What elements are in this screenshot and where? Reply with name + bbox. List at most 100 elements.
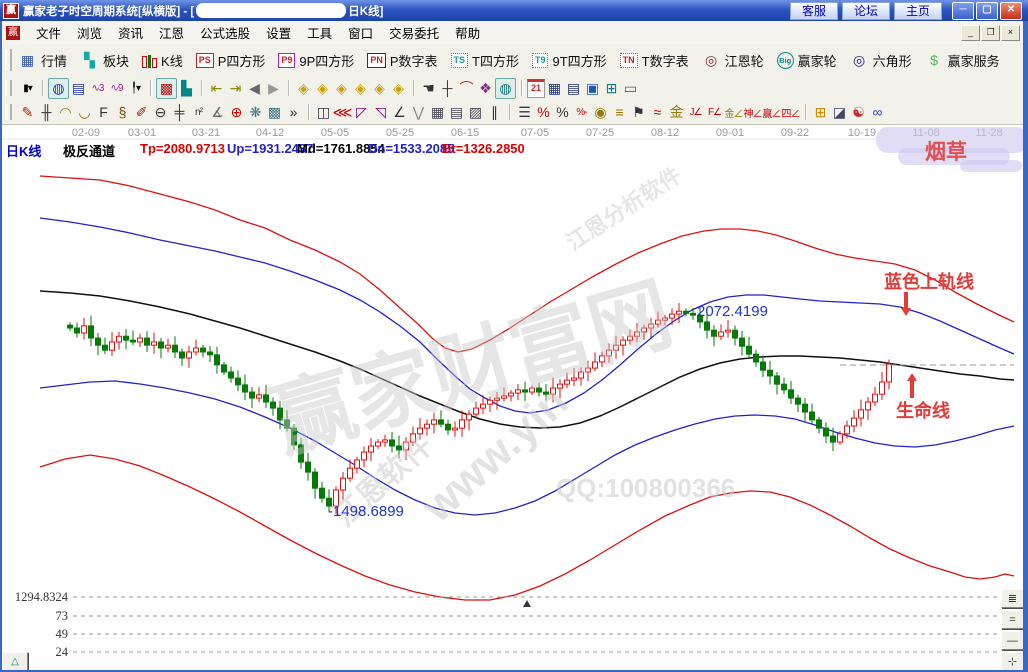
printer-icon[interactable]: ▭: [621, 79, 640, 98]
percent-tool[interactable]: %: [553, 103, 572, 122]
percent-levels-tool[interactable]: %-: [572, 103, 591, 122]
fan-box-tool[interactable]: ◸: [352, 103, 371, 122]
close-button[interactable]: ✕: [1000, 2, 1022, 20]
angle-measure-tool[interactable]: ∡: [208, 103, 227, 122]
shrink-all-button[interactable]: ◈: [370, 79, 389, 98]
crosshair-tool[interactable]: ┼: [438, 79, 457, 98]
grow-y-button[interactable]: ◈: [351, 79, 370, 98]
menu-file[interactable]: 文件: [28, 21, 69, 44]
restore-button[interactable]: ▢: [976, 2, 998, 20]
zoom-view-icon[interactable]: ◍: [48, 78, 69, 99]
send-chart-icon[interactable]: ⊞: [602, 79, 621, 98]
minimize-button[interactable]: ─: [952, 2, 974, 20]
vline-grid-tool[interactable]: ╫: [37, 103, 56, 122]
titlebar[interactable]: 赢 赢家老子时空周期系统[纵横版] - [日K线] 客服论坛主页 ─▢✕: [0, 0, 1028, 21]
si-angle-tool[interactable]: 四∠: [781, 103, 800, 122]
gold-circle-tool[interactable]: ◉: [591, 103, 610, 122]
star-grid-tool[interactable]: ❋: [246, 103, 265, 122]
layout-1-row-button[interactable]: —: [1001, 631, 1024, 650]
hatch-tool[interactable]: ▨: [466, 103, 485, 122]
t-square-button[interactable]: TST四方形: [451, 51, 519, 70]
pen-tool[interactable]: ✐: [132, 103, 151, 122]
infinity-tool[interactable]: ∞: [868, 103, 887, 122]
gann-wheel-button[interactable]: ◎江恩轮: [702, 51, 764, 70]
yinyang-tool[interactable]: ☯: [849, 103, 868, 122]
volume-histogram-icon[interactable]: ▙: [177, 79, 196, 98]
menu-settings[interactable]: 设置: [258, 21, 299, 44]
ruler-tool[interactable]: ╪: [170, 103, 189, 122]
menu-formula-stockpick[interactable]: 公式选股: [192, 21, 258, 44]
menu-browse[interactable]: 浏览: [69, 21, 110, 44]
grid-b-tool[interactable]: ▤: [447, 103, 466, 122]
calculator-icon[interactable]: ▦: [545, 79, 564, 98]
parallel-tool[interactable]: ∥: [485, 103, 504, 122]
mdi-close-button[interactable]: ×: [1001, 25, 1020, 41]
win-angle-tool[interactable]: 赢∠: [762, 103, 781, 122]
fan-lines-tool[interactable]: ⋘: [333, 103, 352, 122]
menu-help[interactable]: 帮助: [447, 21, 488, 44]
shrink-y-button[interactable]: ◈: [332, 79, 351, 98]
p-table-button[interactable]: PNP数字表: [367, 51, 437, 70]
winner-service-button[interactable]: $赢家服务: [925, 51, 1000, 70]
menu-gann[interactable]: 江恩: [151, 21, 192, 44]
hexagon-button[interactable]: ◎六角形: [850, 51, 912, 70]
flag-pen-tool[interactable]: ⚑: [629, 103, 648, 122]
box-tool[interactable]: ◫: [314, 103, 333, 122]
wave9-icon[interactable]: ∿9: [107, 79, 126, 98]
expand-panel-button[interactable]: △: [2, 652, 28, 671]
last-page-button[interactable]: ⇥: [226, 79, 245, 98]
grow-x-button[interactable]: ◈: [313, 79, 332, 98]
gann-anchor-tool[interactable]: ❖: [476, 79, 495, 98]
layout-2-rows-button[interactable]: =: [1001, 610, 1024, 629]
pattern-icon[interactable]: ▩: [156, 78, 177, 99]
wave3-icon[interactable]: ∿3: [88, 79, 107, 98]
prev-page-button[interactable]: ◀: [245, 79, 264, 98]
n-square-tool[interactable]: n²: [189, 103, 208, 122]
zigzag-tool[interactable]: ⋁: [409, 103, 428, 122]
next-page-button[interactable]: ▶: [264, 79, 283, 98]
gold-line-tool[interactable]: 金: [667, 103, 686, 122]
hand-tool[interactable]: ☚: [419, 79, 438, 98]
9p-square-button[interactable]: P99P四方形: [278, 51, 354, 70]
kline-chart[interactable]: 赢家财富网www.yin江恩软件QQ:100800366江恩分析软件1294.8…: [0, 124, 1028, 672]
shrink-x-button[interactable]: ◈: [294, 79, 313, 98]
menu-trading[interactable]: 交易委托: [381, 21, 447, 44]
target-tool[interactable]: ⊕: [227, 103, 246, 122]
bar-style-dropdown[interactable]: ╿▾: [126, 79, 145, 98]
more-tools-chevron[interactable]: »: [284, 103, 303, 122]
j-angle-tool[interactable]: J∠: [686, 103, 705, 122]
grow-all-button[interactable]: ◈: [389, 79, 408, 98]
calendar-icon[interactable]: 21: [527, 79, 545, 98]
candle-style-dropdown[interactable]: ▮▾: [18, 79, 37, 98]
menu-window[interactable]: 窗口: [340, 21, 381, 44]
angle-line-tool[interactable]: ∠: [390, 103, 409, 122]
diag-box-tool[interactable]: ◪: [830, 103, 849, 122]
p-square-button[interactable]: PSP四方形: [196, 51, 266, 70]
menu-news[interactable]: 资讯: [110, 21, 151, 44]
brain-tool[interactable]: ◍: [495, 78, 516, 99]
winner-wheel-button[interactable]: Big赢家轮: [777, 51, 837, 70]
9t-square-button[interactable]: T99T四方形: [532, 51, 607, 70]
forum-button[interactable]: 论坛: [842, 2, 890, 20]
angle-arc-tool[interactable]: ⌒: [457, 79, 476, 98]
mdi-minimize-button[interactable]: _: [961, 25, 980, 41]
bars-tool[interactable]: ☰: [515, 103, 534, 122]
quotes-button[interactable]: ▦行情: [18, 51, 67, 70]
gold-levels-tool[interactable]: ≡: [610, 103, 629, 122]
memo-icon[interactable]: ▤: [564, 79, 583, 98]
shen-angle-tool[interactable]: 神∠: [743, 103, 762, 122]
layout-3-rows-button[interactable]: ≣: [1001, 589, 1024, 608]
fib-tool[interactable]: F: [94, 103, 113, 122]
first-page-button[interactable]: ⇤: [207, 79, 226, 98]
mdi-restore-button[interactable]: ❐: [981, 25, 1000, 41]
sectors-button[interactable]: ▚板块: [80, 51, 129, 70]
t-table-button[interactable]: TNT数字表: [620, 51, 689, 70]
grid-box-tool[interactable]: ◹: [371, 103, 390, 122]
percent-red-tool[interactable]: %: [534, 103, 553, 122]
gold-arc-down-tool[interactable]: ◡: [75, 103, 94, 122]
home-button[interactable]: 主页: [894, 2, 942, 20]
grid-a-tool[interactable]: ▦: [428, 103, 447, 122]
wave-red-tool[interactable]: ≈: [648, 103, 667, 122]
menu-tools[interactable]: 工具: [299, 21, 340, 44]
circle-cycle-tool[interactable]: ⊖: [151, 103, 170, 122]
